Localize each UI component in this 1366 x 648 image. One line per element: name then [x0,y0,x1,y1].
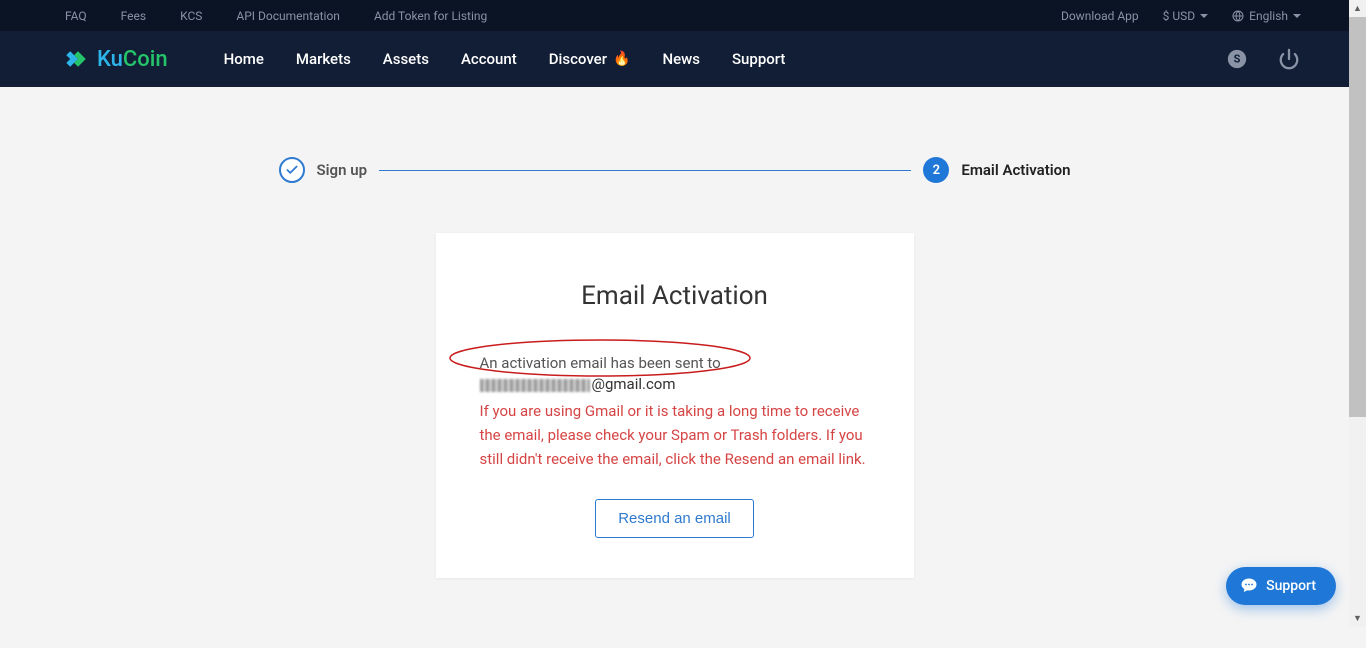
topbar-link-api[interactable]: API Documentation [236,9,340,23]
sent-text: An activation email has been sent to [480,351,870,375]
logo-coin: Coin [123,47,168,72]
check-icon [285,163,299,177]
power-icon-button[interactable] [1277,47,1301,71]
scrollbar-thumb[interactable] [1349,17,1366,417]
email-block: An activation email has been sent to @gm… [480,351,870,393]
chat-icon [1240,577,1258,595]
card-title: Email Activation [480,281,870,311]
nav-item-home[interactable]: Home [224,50,264,68]
nav-item-assets[interactable]: Assets [383,50,429,68]
topbar-link-faq[interactable]: FAQ [65,9,87,23]
topbar-link-add-token[interactable]: Add Token for Listing [374,9,487,23]
chevron-down-icon [1200,14,1208,18]
logo-ku: Ku [97,47,123,72]
coin-icon-button[interactable]: S [1225,47,1249,71]
top-bar: FAQ Fees KCS API Documentation Add Token… [0,0,1366,31]
steps: Sign up 2 Email Activation [279,157,1071,183]
nav-item-discover[interactable]: Discover 🔥 [549,50,631,68]
email-address: @gmail.com [480,375,870,393]
nav-item-account[interactable]: Account [461,50,517,68]
power-icon [1278,48,1300,70]
language-selector[interactable]: English [1232,9,1301,23]
nav-item-discover-label: Discover [549,50,607,68]
currency-selector[interactable]: $ USD [1163,9,1209,23]
resend-button[interactable]: Resend an email [595,499,754,538]
activation-card: Email Activation An activation email has… [436,233,914,578]
nav-item-markets[interactable]: Markets [296,50,351,68]
step-signup-circle [279,157,305,183]
resend-wrap: Resend an email [480,499,870,538]
warning-text: If you are using Gmail or it is taking a… [480,399,870,471]
step-signup: Sign up [279,157,368,183]
step-line [379,170,911,171]
logo[interactable]: KuCoin [65,46,168,72]
nav-links: Home Markets Assets Account Discover 🔥 N… [224,50,786,68]
logo-icon [65,46,91,72]
chevron-down-icon [1293,14,1301,18]
download-app-link[interactable]: Download App [1061,9,1139,23]
step-signup-label: Sign up [317,161,368,179]
nav-item-news[interactable]: News [662,50,700,68]
step-activation: 2 Email Activation [923,157,1070,183]
step-activation-circle: 2 [923,157,949,183]
globe-icon [1232,10,1244,22]
scrollbar-arrow-up-icon[interactable]: ▲ [1349,0,1366,17]
svg-text:S: S [1234,53,1241,66]
scrollbar-arrow-down-icon[interactable]: ▼ [1349,610,1366,627]
content: Sign up 2 Email Activation Email Activat… [0,87,1349,648]
nav-item-support[interactable]: Support [732,50,785,68]
logo-text: KuCoin [97,47,168,72]
step-activation-label: Email Activation [961,161,1070,179]
coin-icon: S [1226,48,1248,70]
language-label: English [1249,9,1288,23]
currency-label: $ USD [1163,9,1196,23]
topbar-link-kcs[interactable]: KCS [180,9,202,23]
email-domain: @gmail.com [592,375,676,393]
email-redacted [480,379,590,392]
fire-icon: 🔥 [613,51,630,67]
support-fab-label: Support [1266,578,1316,594]
topbar-link-fees[interactable]: Fees [121,9,146,23]
nav-right: S [1225,47,1301,71]
support-fab[interactable]: Support [1226,567,1336,605]
nav-bar: KuCoin Home Markets Assets Account Disco… [0,31,1366,87]
scrollbar[interactable]: ▲ ▼ [1349,0,1366,627]
top-bar-links: FAQ Fees KCS API Documentation Add Token… [65,9,487,23]
top-bar-right: Download App $ USD English [1061,9,1301,23]
